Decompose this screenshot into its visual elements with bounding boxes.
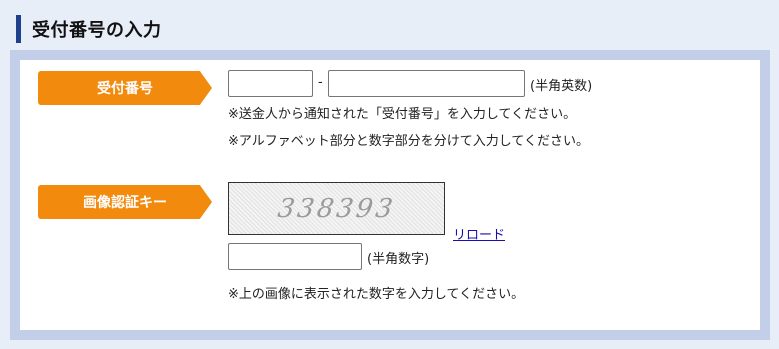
captcha-format-hint: (半角数字): [367, 252, 430, 267]
header-accent-bar: [16, 15, 21, 43]
receipt-number-alpha-input[interactable]: [228, 70, 313, 97]
receipt-number-numeric-input[interactable]: [328, 70, 525, 97]
captcha-reload-link[interactable]: リロード: [453, 224, 505, 243]
captcha-input[interactable]: [228, 243, 362, 270]
receipt-number-separator: -: [318, 75, 323, 90]
receipt-number-label: 受付番号: [38, 71, 212, 105]
captcha-note: ※上の画像に表示された数字を入力してください。: [228, 287, 525, 302]
receipt-note-2: ※アルファベット部分と数字部分を分けて入力してください。: [228, 134, 589, 149]
form-panel-inner: 受付番号 - (半角英数) ※送金人から通知された「受付番号」を入力してください…: [20, 60, 760, 330]
captcha-image-text: 338393: [275, 193, 398, 224]
receipt-format-hint: (半角英数): [530, 79, 593, 94]
page-header: 受付番号の入力: [16, 14, 162, 44]
page-title: 受付番号の入力: [32, 20, 162, 41]
receipt-note-1: ※送金人から通知された「受付番号」を入力してください。: [228, 107, 577, 122]
form-panel: 受付番号 - (半角英数) ※送金人から通知された「受付番号」を入力してください…: [10, 50, 770, 340]
captcha-key-label: 画像認証キー: [38, 185, 212, 219]
captcha-image: 338393: [228, 182, 445, 235]
